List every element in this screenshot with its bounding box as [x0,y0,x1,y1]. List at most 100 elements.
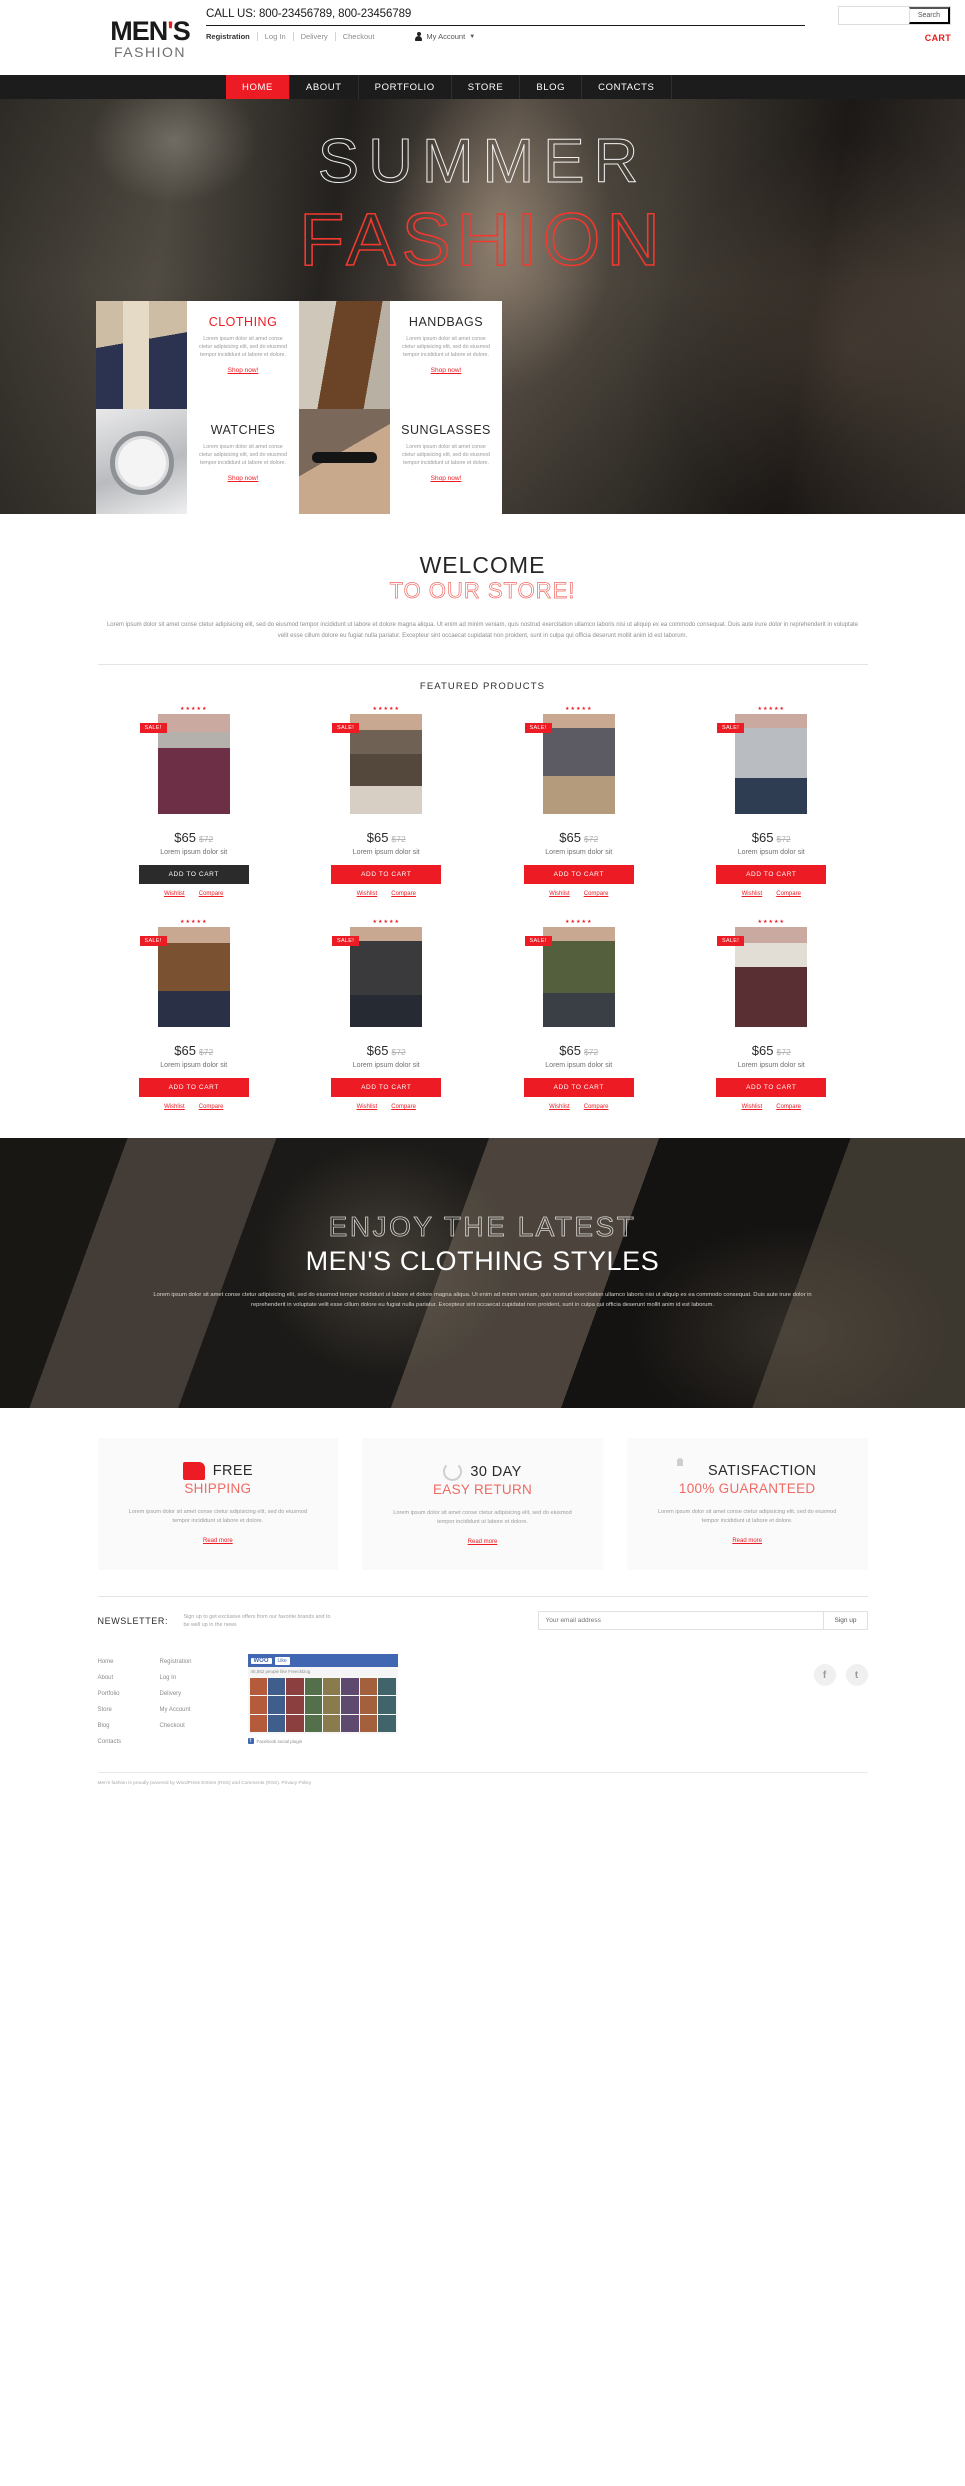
category-title: SUNGLASSES [401,423,491,437]
facebook-stats: 45,562 people like FreeckDog [247,1667,398,1676]
product-card[interactable]: ★★★★★ SALE! $65 $72 Lorem ipsum dolor sit ADD… [98,706,291,919]
card-body: HANDBAGS Lorem ipsum dolor sit amet cons… [390,301,502,409]
footer-link[interactable]: Log In [160,1670,222,1686]
facebook-avatar [304,1678,322,1696]
wishlist-link[interactable]: Wishlist [164,891,185,897]
nav-item-home[interactable]: HOME [226,75,290,99]
add-to-cart-button[interactable]: ADD TO CART [331,1078,442,1097]
facebook-avatar [249,1696,267,1714]
wishlist-link[interactable]: Wishlist [357,891,378,897]
wishlist-link[interactable]: Wishlist [357,1104,378,1110]
read-more-link[interactable]: Read more [203,1538,233,1544]
link-delivery[interactable]: Delivery [294,32,335,41]
category-card-sunglasses[interactable]: SUNGLASSES Lorem ipsum dolor sit amet co… [299,409,502,514]
shop-now-link[interactable]: Shop now! [431,475,462,482]
footer-link[interactable]: Store [98,1702,160,1718]
search-box[interactable]: Search [837,6,951,25]
compare-link[interactable]: Compare [199,891,224,897]
nav-item-about[interactable]: ABOUT [290,75,359,99]
category-card-handbags[interactable]: HANDBAGS Lorem ipsum dolor sit amet cons… [299,301,502,409]
twitter-icon[interactable]: t [845,1664,868,1686]
newsletter-email-input[interactable] [538,1612,824,1629]
add-to-cart-button[interactable]: ADD TO CART [523,1078,634,1097]
link-registration[interactable]: Registration [206,32,257,41]
footer-link[interactable]: Registration [160,1654,222,1670]
add-to-cart-button[interactable]: ADD TO CART [138,865,249,884]
facebook-avatar-grid [247,1676,398,1735]
add-to-cart-button[interactable]: ADD TO CART [716,1078,827,1097]
hero-text: SUMMER FASHION [0,124,965,281]
product-price: $65 $72 [174,1043,214,1058]
product-card[interactable]: ★★★★★ SALE! $65 $72 Lorem ipsum dolor sit ADD… [483,706,676,919]
logo[interactable]: MEN'S FASHION [102,0,198,75]
footer-column-1: Home About Portfolio Store Blog Contacts [98,1654,160,1750]
category-desc: Lorem ipsum dolor sit amet conse ctetur … [198,336,288,358]
nav-item-portfolio[interactable]: PORTFOLIO [359,75,452,99]
compare-link[interactable]: Compare [776,1104,801,1110]
footer-link[interactable]: Home [98,1654,160,1670]
facebook-logo: WOO [250,1657,272,1664]
product-card[interactable]: ★★★★★ SALE! $65 $72 Lorem ipsum dolor sit ADD… [483,919,676,1132]
compare-link[interactable]: Compare [584,891,609,897]
add-to-cart-button[interactable]: ADD TO CART [138,1078,249,1097]
sale-badge: SALE! [524,936,552,946]
read-more-link[interactable]: Read more [732,1538,762,1544]
facebook-footer[interactable]: f Facebook social plugin [247,1734,398,1745]
category-card-watches[interactable]: WATCHES Lorem ipsum dolor sit amet conse… [96,409,299,514]
product-card[interactable]: ★★★★★ SALE! $65 $72 Lorem ipsum dolor sit ADD… [290,706,483,919]
nav-item-contacts[interactable]: CONTACTS [582,75,672,99]
newsletter-signup-button[interactable]: Sign up [823,1612,867,1629]
search-button[interactable]: Search [908,7,950,24]
footer-link[interactable]: Delivery [160,1686,222,1702]
facebook-widget[interactable]: WOO Like 45,562 people like FreeckDog f … [247,1654,398,1750]
product-price: $65 $72 [559,830,599,845]
wishlist-link[interactable]: Wishlist [549,891,570,897]
footer-link[interactable]: My Account [160,1702,222,1718]
facebook-avatar [378,1714,396,1733]
add-to-cart-button[interactable]: ADD TO CART [331,865,442,884]
footer-link[interactable]: Portfolio [98,1686,160,1702]
sunglasses-image [299,409,390,514]
footer-link[interactable]: About [98,1670,160,1686]
nav-item-blog[interactable]: BLOG [520,75,583,99]
shop-now-link[interactable]: Shop now! [431,367,462,374]
product-card[interactable]: ★★★★★ SALE! $65 $72 Lorem ipsum dolor sit ADD… [290,919,483,1132]
footer-link[interactable]: Blog [98,1718,160,1734]
facebook-icon[interactable]: f [813,1664,836,1686]
search-input[interactable] [838,7,909,24]
facebook-like-button[interactable]: Like [274,1656,290,1665]
wishlist-link[interactable]: Wishlist [164,1104,185,1110]
facebook-avatar [341,1714,359,1733]
compare-link[interactable]: Compare [776,891,801,897]
product-image [735,714,808,814]
cart-link[interactable]: CART [925,33,951,43]
newsletter-form[interactable]: Sign up [537,1611,868,1630]
product-card[interactable]: ★★★★★ SALE! $65 $72 Lorem ipsum dolor sit ADD… [675,706,868,919]
copyright-text: Men's fashion is proudly powered by Word… [97,1772,868,1804]
product-image [350,927,423,1027]
wishlist-link[interactable]: Wishlist [742,1104,763,1110]
read-more-link[interactable]: Read more [468,1539,498,1545]
compare-link[interactable]: Compare [391,891,416,897]
link-checkout[interactable]: Checkout [336,32,382,41]
wishlist-link[interactable]: Wishlist [549,1104,570,1110]
my-account-dropdown[interactable]: My Account ▼ [415,32,475,41]
shop-now-link[interactable]: Shop now! [228,367,259,374]
compare-link[interactable]: Compare [391,1104,416,1110]
facebook-page-link[interactable]: Facebook social plugin [257,1739,303,1744]
compare-link[interactable]: Compare [199,1104,224,1110]
category-card-clothing[interactable]: CLOTHING Lorem ipsum dolor sit amet cons… [96,301,299,409]
nav-item-store[interactable]: STORE [452,75,521,99]
wishlist-link[interactable]: Wishlist [742,891,763,897]
service-body: Lorem ipsum dolor sit amet conse ctetur … [128,1509,308,1524]
product-card[interactable]: ★★★★★ SALE! $65 $72 Lorem ipsum dolor sit ADD… [675,919,868,1132]
product-card[interactable]: ★★★★★ SALE! $65 $72 Lorem ipsum dolor sit ADD… [98,919,291,1132]
link-login[interactable]: Log In [258,32,293,41]
footer-link[interactable]: Checkout [160,1718,222,1734]
compare-link[interactable]: Compare [584,1104,609,1110]
shop-now-link[interactable]: Shop now! [228,475,259,482]
add-to-cart-button[interactable]: ADD TO CART [523,865,634,884]
add-to-cart-button[interactable]: ADD TO CART [716,865,827,884]
footer-link[interactable]: Contacts [98,1734,160,1750]
